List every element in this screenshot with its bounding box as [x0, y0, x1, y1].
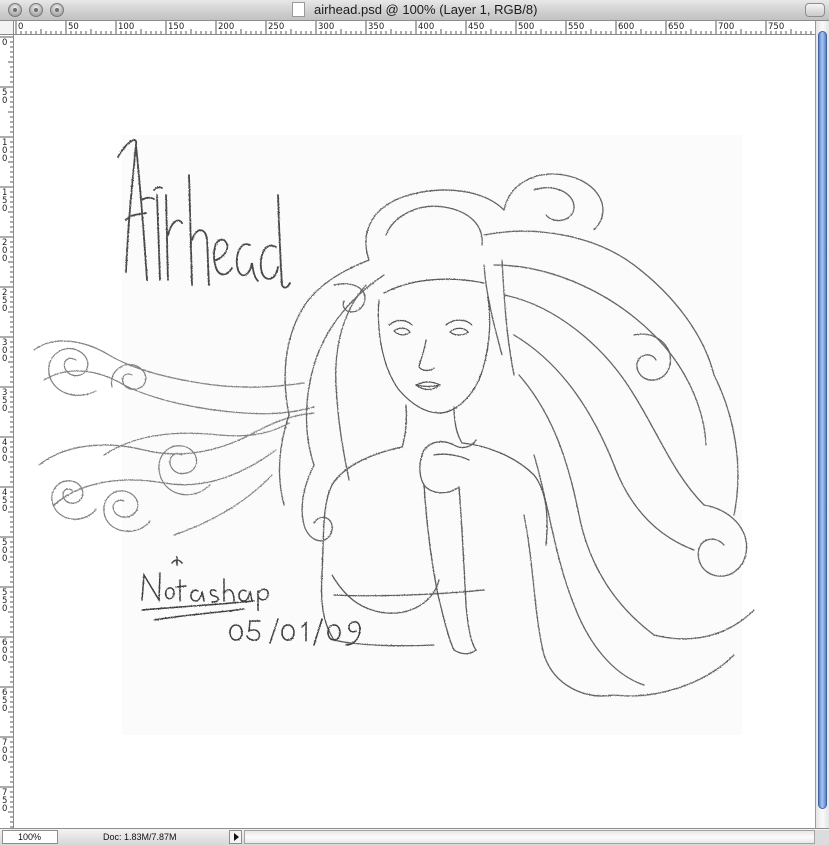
ruler-label-top: 550: [568, 22, 584, 32]
ruler-label-top: 350: [368, 22, 384, 32]
pencil-sketch-artwork: [33, 135, 755, 735]
document-size-info[interactable]: Doc: 1.83M/7.87M: [103, 831, 177, 843]
ruler-label-top: 600: [618, 22, 634, 32]
toolbar-toggle-button[interactable]: [805, 3, 825, 17]
ruler-label-top: 0: [18, 22, 23, 32]
ruler-label-left: 0: [2, 404, 7, 414]
ruler-label-top: 300: [318, 22, 334, 32]
ruler-label-left: 0: [2, 754, 7, 764]
vertical-ruler[interactable]: 0501001502002503003504004505005506006507…: [0, 35, 14, 828]
document-icon: [291, 1, 305, 17]
ruler-origin[interactable]: [0, 21, 14, 35]
ruler-label-top: 500: [518, 22, 534, 32]
ruler-label-left: 0: [2, 38, 7, 48]
ruler-label-top: 150: [168, 22, 184, 32]
vertical-ruler-ticks: 0501001502002503003504004505005506006507…: [0, 36, 13, 828]
ruler-label-left: 0: [2, 504, 7, 514]
ruler-label-top: 50: [68, 22, 79, 32]
ruler-label-left: 0: [2, 554, 7, 564]
document-canvas[interactable]: [14, 35, 815, 828]
ruler-label-top: 700: [718, 22, 734, 32]
horizontal-ruler-ticks: 0 50 100 150 200 250 300 350 400 450 500 550 600 650 7…: [15, 21, 812, 34]
title-wrap: airhead.psd @ 100% (Layer 1, RGB/8): [0, 0, 829, 20]
window-title: airhead.psd @ 100% (Layer 1, RGB/8): [313, 2, 538, 17]
ruler-label-top: 750: [768, 22, 784, 32]
ruler-label-top: 100: [118, 22, 134, 32]
title-bar[interactable]: airhead.psd @ 100% (Layer 1, RGB/8): [0, 0, 829, 21]
vertical-scrollbar[interactable]: [815, 21, 829, 828]
horizontal-ruler[interactable]: 0 50 100 150 200 250 300 350 400 450 500 550 600 650 7…: [14, 21, 815, 35]
ruler-label-left: 0: [2, 204, 7, 214]
ruler-label-top: 650: [668, 22, 684, 32]
photoshop-document-window: airhead.psd @ 100% (Layer 1, RGB/8) 0 50 1…: [0, 0, 829, 846]
ruler-label-top: 400: [418, 22, 434, 32]
ruler-label-left: 0: [2, 804, 7, 814]
ruler-label-left: 0: [2, 354, 7, 364]
triangle-right-icon[interactable]: [229, 830, 242, 844]
ruler-label-top: 250: [268, 22, 284, 32]
ruler-label-left: 0: [2, 604, 7, 614]
ruler-label-left: 0: [2, 454, 7, 464]
vertical-scroll-thumb[interactable]: [818, 31, 827, 809]
status-bar: 100% Doc: 1.83M/7.87M: [0, 828, 829, 846]
zoom-level-field[interactable]: 100%: [2, 830, 58, 844]
ruler-label-left: 0: [2, 96, 7, 106]
ruler-label-left: 0: [2, 704, 7, 714]
ruler-label-left: 0: [2, 304, 7, 314]
resize-grip[interactable]: [815, 830, 829, 845]
ruler-label-top: 450: [468, 22, 484, 32]
ruler-label-left: 0: [2, 254, 7, 264]
ruler-label-left: 0: [2, 654, 7, 664]
ruler-label-top: 200: [218, 22, 234, 32]
ruler-label-left: 0: [2, 154, 7, 164]
horizontal-scrollbar[interactable]: [244, 830, 815, 844]
